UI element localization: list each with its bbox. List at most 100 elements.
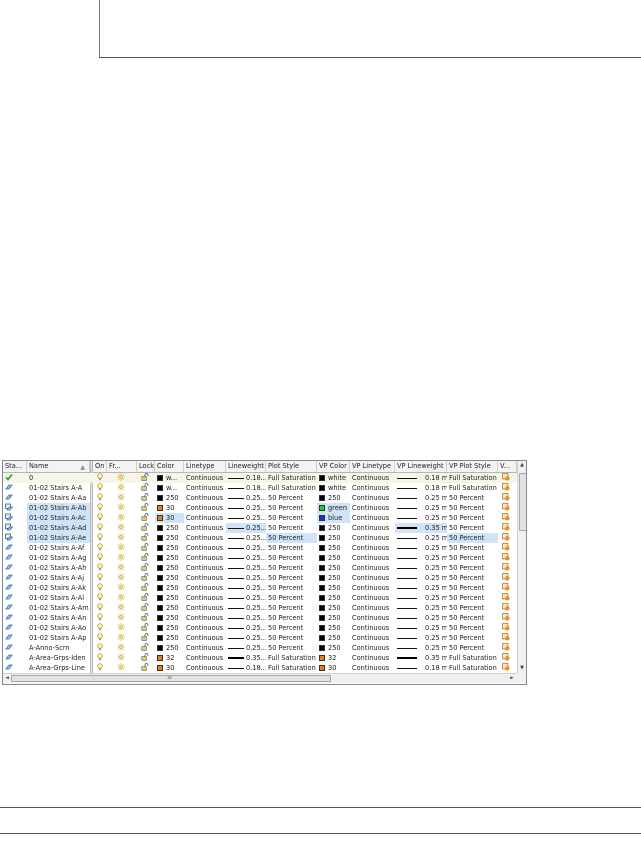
vp-freeze-toggle[interactable] <box>498 623 517 633</box>
scroll-left-button[interactable]: ◄ <box>3 674 11 683</box>
vp-freeze-toggle[interactable] <box>498 473 517 483</box>
vp-plot-style-cell[interactable]: 50 Percent <box>447 643 498 653</box>
freeze-toggle[interactable] <box>107 523 137 533</box>
freeze-toggle[interactable] <box>107 503 137 513</box>
vp-plot-style-cell[interactable]: 50 Percent <box>447 583 498 593</box>
vp-freeze-toggle[interactable] <box>498 593 517 603</box>
status-cell[interactable] <box>3 663 27 673</box>
on-toggle[interactable] <box>93 633 107 643</box>
vp-linetype-cell[interactable]: Continuous <box>350 623 395 633</box>
freeze-toggle[interactable] <box>107 563 137 573</box>
column-header-lineweight[interactable]: Lineweight <box>226 461 266 472</box>
lock-toggle[interactable] <box>137 623 155 633</box>
column-header-vplineweight[interactable]: VP Lineweight <box>395 461 447 472</box>
vp-freeze-toggle[interactable] <box>498 483 517 493</box>
freeze-toggle[interactable] <box>107 623 137 633</box>
plot-style-cell[interactable]: 50 Percent <box>266 523 317 533</box>
color-cell[interactable]: 32 <box>155 653 184 663</box>
table-row[interactable]: 01-02 Stairs A-Ab 30 Continuous 0.25... 50 P… <box>3 503 517 513</box>
linetype-cell[interactable]: Continuous <box>184 513 226 523</box>
vp-linetype-cell[interactable]: Continuous <box>350 553 395 563</box>
vp-plot-style-cell[interactable]: 50 Percent <box>447 523 498 533</box>
table-row[interactable]: 01-02 Stairs A-Ad 250 Continuous 0.25... 50 … <box>3 523 517 533</box>
status-cell[interactable] <box>3 613 27 623</box>
linetype-cell[interactable]: Continuous <box>184 543 226 553</box>
linetype-cell[interactable]: Continuous <box>184 573 226 583</box>
lock-toggle[interactable] <box>137 573 155 583</box>
column-header-freeze[interactable]: Fr... <box>107 461 137 472</box>
status-cell[interactable] <box>3 483 27 493</box>
vp-plot-style-cell[interactable]: 50 Percent <box>447 513 498 523</box>
on-toggle[interactable] <box>93 563 107 573</box>
freeze-toggle[interactable] <box>107 493 137 503</box>
lock-toggle[interactable] <box>137 593 155 603</box>
color-cell[interactable]: 250 <box>155 533 184 543</box>
lineweight-cell[interactable]: 0.25... <box>226 523 266 533</box>
color-cell[interactable]: 250 <box>155 643 184 653</box>
linetype-cell[interactable]: Continuous <box>184 653 226 663</box>
column-header-on[interactable]: On <box>93 461 107 472</box>
vp-lineweight-cell[interactable]: 0.25 mm <box>395 613 447 623</box>
on-toggle[interactable] <box>93 663 107 673</box>
lineweight-cell[interactable]: 0.25... <box>226 573 266 583</box>
plot-style-cell[interactable]: 50 Percent <box>266 643 317 653</box>
vp-color-cell[interactable]: 250 <box>317 573 350 583</box>
color-cell[interactable]: 250 <box>155 593 184 603</box>
lineweight-cell[interactable]: 0.18... <box>226 663 266 673</box>
vp-color-cell[interactable]: 250 <box>317 643 350 653</box>
vp-linetype-cell[interactable]: Continuous <box>350 633 395 643</box>
on-toggle[interactable] <box>93 473 107 483</box>
lock-toggle[interactable] <box>137 613 155 623</box>
status-cell[interactable] <box>3 503 27 513</box>
freeze-toggle[interactable] <box>107 593 137 603</box>
color-cell[interactable]: w... <box>155 473 184 483</box>
table-row[interactable]: 01-02 Stairs A-Af 250 Continuous 0.25... 50 … <box>3 543 517 553</box>
status-cell[interactable] <box>3 573 27 583</box>
color-cell[interactable]: 250 <box>155 573 184 583</box>
lineweight-cell[interactable]: 0.25... <box>226 603 266 613</box>
vp-lineweight-cell[interactable]: 0.18 mm <box>395 483 447 493</box>
freeze-toggle[interactable] <box>107 653 137 663</box>
lineweight-cell[interactable]: 0.25... <box>226 543 266 553</box>
linetype-cell[interactable]: Continuous <box>184 483 226 493</box>
lineweight-cell[interactable]: 0.35... <box>226 653 266 663</box>
vp-linetype-cell[interactable]: Continuous <box>350 543 395 553</box>
vp-color-cell[interactable]: 250 <box>317 633 350 643</box>
vp-plot-style-cell[interactable]: 50 Percent <box>447 573 498 583</box>
vp-plot-style-cell[interactable]: 50 Percent <box>447 603 498 613</box>
table-row[interactable]: 01-02 Stairs A-Ah 250 Continuous 0.25... 50 … <box>3 563 517 573</box>
linetype-cell[interactable]: Continuous <box>184 553 226 563</box>
on-toggle[interactable] <box>93 553 107 563</box>
vp-linetype-cell[interactable]: Continuous <box>350 643 395 653</box>
linetype-cell[interactable]: Continuous <box>184 613 226 623</box>
vp-lineweight-cell[interactable]: 0.25 mm <box>395 643 447 653</box>
vp-plot-style-cell[interactable]: Full Saturation <box>447 663 498 673</box>
plot-style-cell[interactable]: 50 Percent <box>266 543 317 553</box>
color-cell[interactable]: 250 <box>155 583 184 593</box>
table-row[interactable]: 01-02 Stairs A-A w... Continuous 0.18... Ful… <box>3 483 517 493</box>
vp-freeze-toggle[interactable] <box>498 653 517 663</box>
vp-freeze-toggle[interactable] <box>498 573 517 583</box>
layer-name-cell[interactable]: 01-02 Stairs A-Ac <box>27 513 90 523</box>
vp-lineweight-cell[interactable]: 0.18 mm <box>395 473 447 483</box>
vp-freeze-toggle[interactable] <box>498 533 517 543</box>
freeze-toggle[interactable] <box>107 583 137 593</box>
lock-toggle[interactable] <box>137 643 155 653</box>
layer-name-cell[interactable]: 01-02 Stairs A-Af <box>27 543 90 553</box>
status-cell[interactable] <box>3 523 27 533</box>
vp-freeze-toggle[interactable] <box>498 613 517 623</box>
layer-name-cell[interactable]: 01-02 Stairs A-An <box>27 613 90 623</box>
plot-style-cell[interactable]: Full Saturation <box>266 473 317 483</box>
lock-toggle[interactable] <box>137 583 155 593</box>
vp-linetype-cell[interactable]: Continuous <box>350 523 395 533</box>
horizontal-scrollbar[interactable]: ◄ ≡ ► <box>3 673 517 683</box>
layer-name-cell[interactable]: 01-02 Stairs A-Aj <box>27 573 90 583</box>
vp-lineweight-cell[interactable]: 0.25 mm <box>395 593 447 603</box>
vertical-scrollbar[interactable]: ▲ ▼ <box>517 461 526 673</box>
lock-toggle[interactable] <box>137 473 155 483</box>
lineweight-cell[interactable]: 0.25... <box>226 553 266 563</box>
plot-style-cell[interactable]: 50 Percent <box>266 593 317 603</box>
vp-linetype-cell[interactable]: Continuous <box>350 563 395 573</box>
column-header-vpplotstyle[interactable]: VP Plot Style <box>447 461 498 472</box>
column-header-status[interactable]: Sta... <box>3 461 27 472</box>
